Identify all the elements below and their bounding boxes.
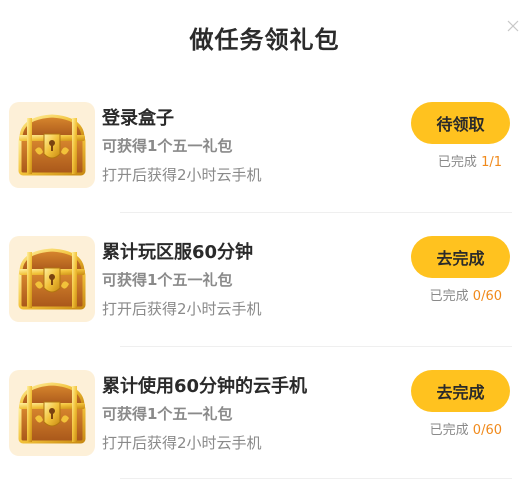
progress-count: 0/60 bbox=[472, 289, 502, 304]
claim-button[interactable]: 待领取 bbox=[411, 102, 510, 144]
task-item-login: 登录盒子 可获得1个五一礼包 打开后获得2小时云手机 待领取 已完成 1/1 bbox=[0, 80, 529, 214]
task-progress: 已完成 0/60 bbox=[430, 285, 502, 304]
task-description: 打开后获得2小时云手机 bbox=[102, 434, 262, 452]
go-complete-button[interactable]: 去完成 bbox=[411, 236, 510, 278]
task-progress: 已完成 0/60 bbox=[430, 419, 502, 438]
divider bbox=[120, 212, 512, 213]
treasure-chest-icon bbox=[9, 236, 95, 322]
task-reward: 可获得1个五一礼包 bbox=[102, 271, 233, 289]
progress-label: 已完成 bbox=[437, 155, 477, 170]
task-description: 打开后获得2小时云手机 bbox=[102, 300, 262, 318]
progress-label: 已完成 bbox=[429, 289, 469, 304]
task-item-cloud-phone: 累计使用60分钟的云手机 可获得1个五一礼包 打开后获得2小时云手机 去完成 已… bbox=[0, 348, 529, 481]
divider bbox=[120, 478, 512, 479]
go-complete-button[interactable]: 去完成 bbox=[411, 370, 510, 412]
task-description: 打开后获得2小时云手机 bbox=[102, 166, 262, 184]
treasure-chest-icon bbox=[9, 370, 95, 456]
close-icon[interactable] bbox=[505, 18, 521, 34]
task-progress: 已完成 1/1 bbox=[438, 151, 502, 170]
progress-label: 已完成 bbox=[429, 423, 469, 438]
divider bbox=[120, 346, 512, 347]
dialog-title: 做任务领礼包 bbox=[189, 26, 340, 54]
task-name: 累计使用60分钟的云手机 bbox=[102, 376, 308, 397]
task-item-play-server: 累计玩区服60分钟 可获得1个五一礼包 打开后获得2小时云手机 去完成 已完成 … bbox=[0, 214, 529, 348]
task-name: 登录盒子 bbox=[102, 108, 174, 129]
treasure-chest-icon bbox=[9, 102, 95, 188]
progress-count: 0/60 bbox=[472, 423, 502, 438]
task-reward-dialog: 做任务领礼包 登录盒子 可获得1个五一礼包 打开后获得2小时云手机 待领取 已完… bbox=[0, 0, 529, 481]
task-reward: 可获得1个五一礼包 bbox=[102, 405, 233, 423]
task-reward: 可获得1个五一礼包 bbox=[102, 137, 233, 155]
task-name: 累计玩区服60分钟 bbox=[102, 242, 254, 263]
progress-count: 1/1 bbox=[481, 155, 502, 170]
